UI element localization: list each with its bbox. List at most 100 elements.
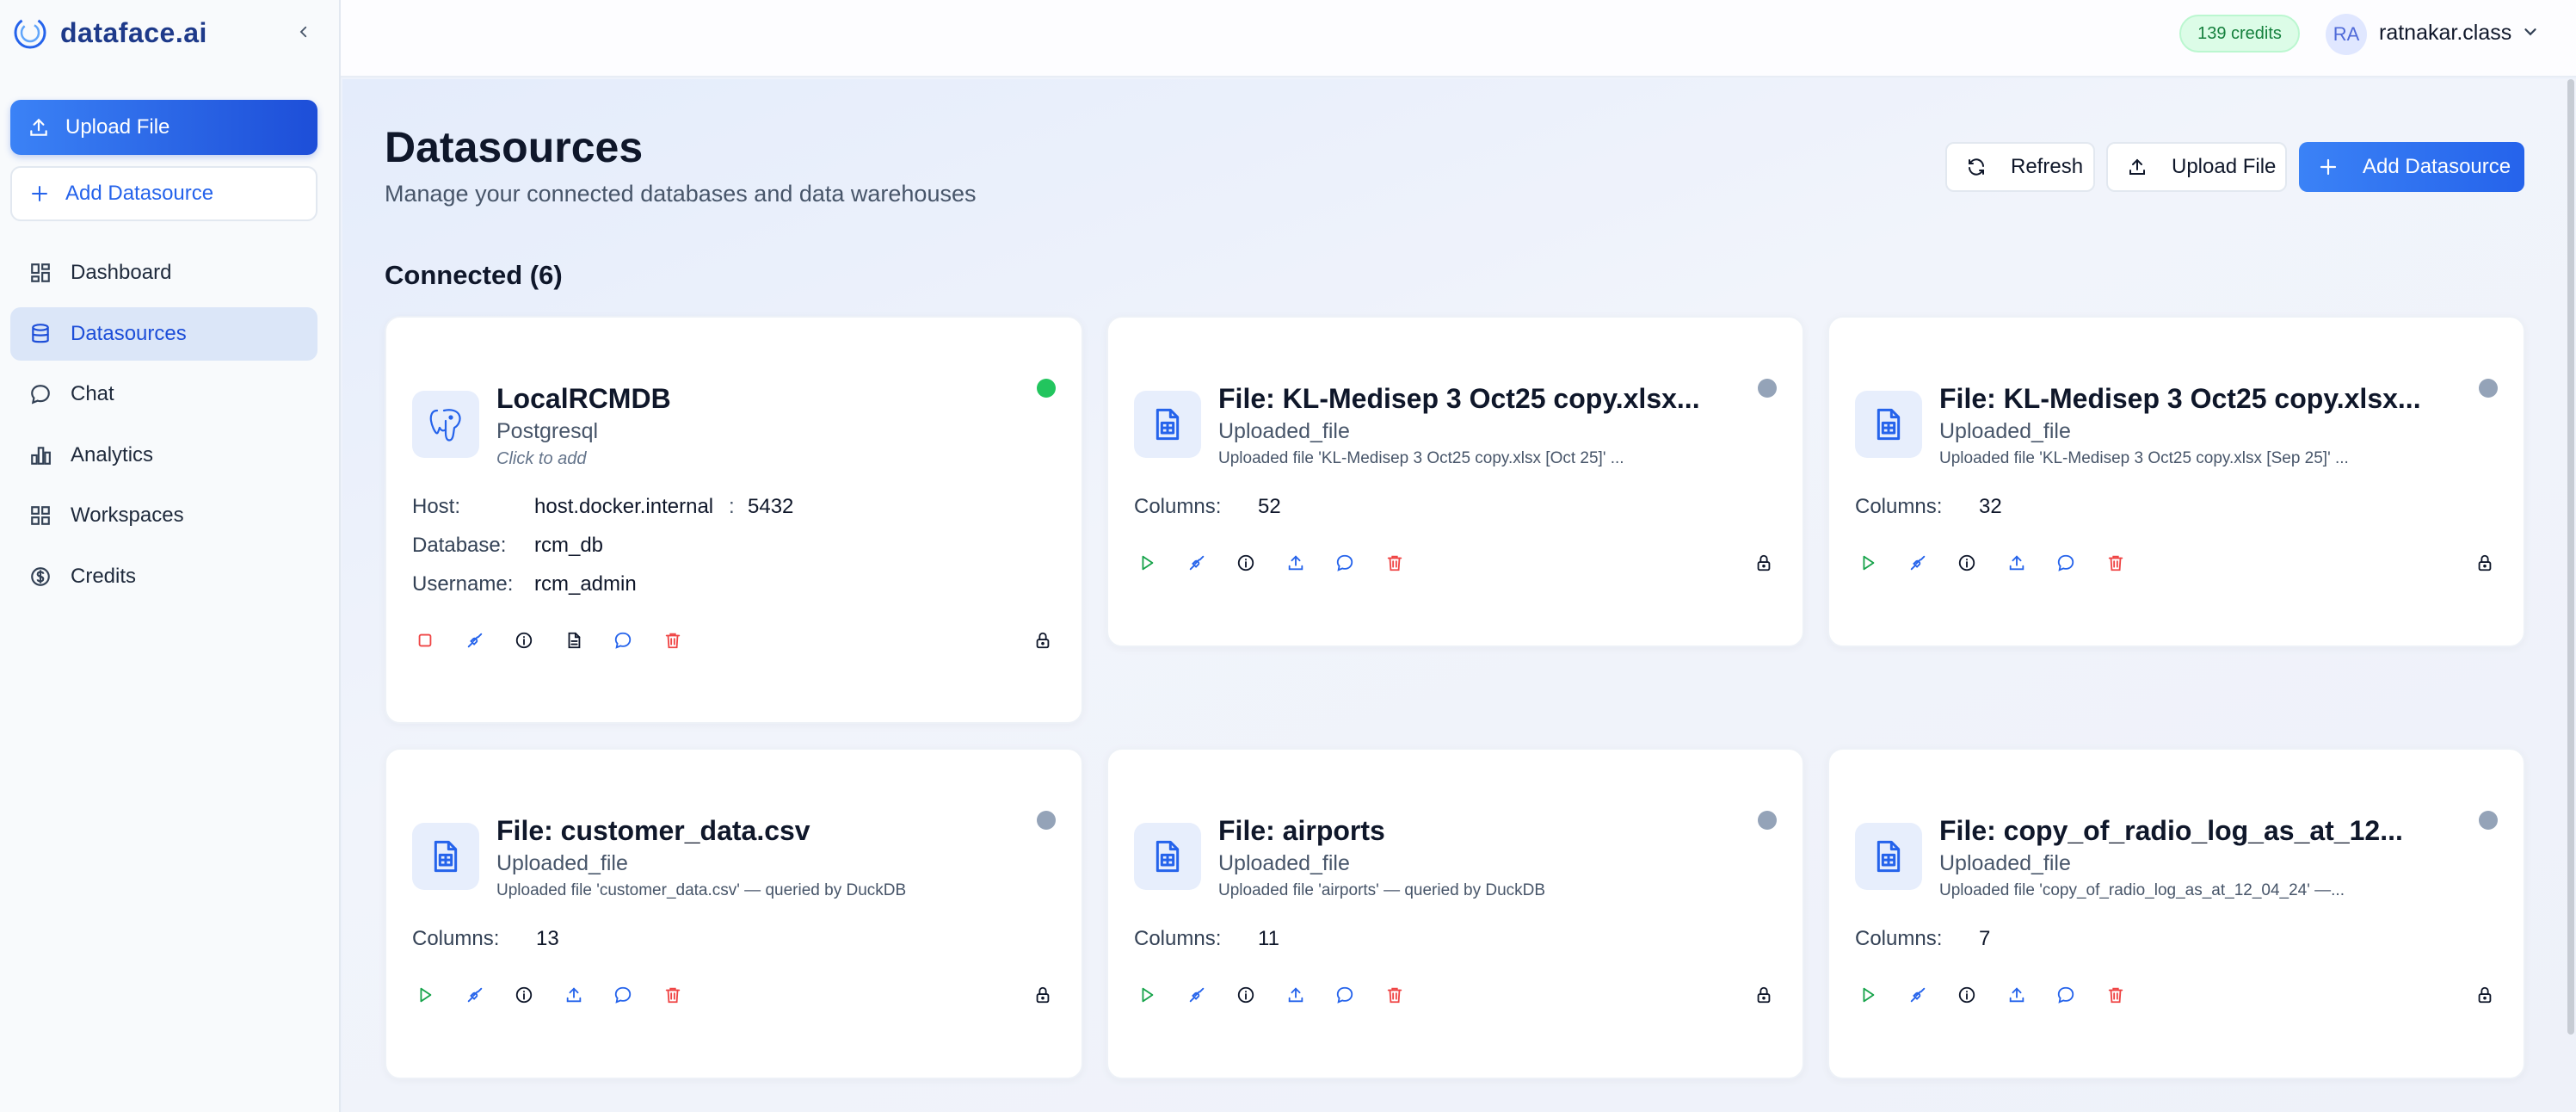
lock-icon[interactable] xyxy=(2472,550,2498,576)
export-button[interactable] xyxy=(2004,982,2030,1008)
brand[interactable]: dataface.ai xyxy=(12,15,207,50)
chat-button[interactable] xyxy=(2053,982,2079,1008)
username[interactable]: ratnakar.class xyxy=(2379,21,2511,46)
spreadsheet-file-icon xyxy=(1134,391,1201,458)
card-hint[interactable]: Click to add xyxy=(496,449,587,469)
delete-button[interactable] xyxy=(2103,550,2129,576)
export-button[interactable] xyxy=(2004,550,2030,576)
card-title: File: copy_of_radio_log_as_at_12... xyxy=(1939,815,2403,846)
sidebar-item-credits[interactable]: Credits xyxy=(10,550,317,603)
logo-icon xyxy=(14,16,46,49)
play-button[interactable] xyxy=(412,982,438,1008)
lock-icon[interactable] xyxy=(2472,982,2498,1008)
status-indicator xyxy=(1758,379,1777,398)
lock-icon[interactable] xyxy=(1030,627,1056,653)
datasource-card[interactable]: File: airports Uploaded_file Uploaded fi… xyxy=(1106,748,1804,1079)
card-title: File: airports xyxy=(1218,815,1385,846)
chat-icon xyxy=(1336,986,1353,1004)
sidebar-item-datasources[interactable]: Datasources xyxy=(10,306,317,361)
status-indicator xyxy=(1037,811,1056,830)
datasource-card[interactable]: LocalRCMDB Postgresql Click to add Host:… xyxy=(385,316,1083,724)
delete-button[interactable] xyxy=(1382,550,1408,576)
dashboard-icon xyxy=(31,263,50,282)
add-datasource-button[interactable]: Add Datasource xyxy=(2299,142,2524,192)
info-button[interactable] xyxy=(1954,982,1980,1008)
trash-icon xyxy=(2108,555,2123,571)
info-button[interactable] xyxy=(511,627,537,653)
export-button[interactable] xyxy=(1283,982,1309,1008)
collapse-sidebar-button[interactable] xyxy=(291,19,317,45)
refresh-button[interactable]: Refresh xyxy=(1945,142,2095,192)
sidebar-item-analytics[interactable]: Analytics xyxy=(10,429,317,482)
card-actions xyxy=(1855,550,2152,576)
status-indicator xyxy=(2479,379,2498,398)
chat-button[interactable] xyxy=(1332,982,1358,1008)
chat-button[interactable] xyxy=(2053,550,2079,576)
upload-icon xyxy=(2009,987,2024,1003)
connect-button[interactable] xyxy=(462,982,488,1008)
connect-button[interactable] xyxy=(1184,550,1210,576)
plug-icon xyxy=(1189,987,1204,1003)
chevron-down-icon[interactable] xyxy=(2521,22,2540,41)
trash-icon xyxy=(1387,987,1402,1004)
chat-button[interactable] xyxy=(610,627,636,653)
delete-button[interactable] xyxy=(660,982,686,1008)
connect-button[interactable] xyxy=(462,627,488,653)
sidebar-item-workspaces[interactable]: Workspaces xyxy=(10,489,317,542)
datasource-card[interactable]: File: KL-Medisep 3 Oct25 copy.xlsx... Up… xyxy=(1827,316,2525,647)
schema-button[interactable] xyxy=(561,627,587,653)
stop-button[interactable] xyxy=(412,627,438,653)
sidebar-upload-button[interactable]: Upload File xyxy=(10,100,317,155)
sidebar-item-chat[interactable]: Chat xyxy=(10,368,317,421)
delete-button[interactable] xyxy=(1382,982,1408,1008)
page-subtitle: Manage your connected databases and data… xyxy=(385,181,977,207)
credits-badge[interactable]: 139 credits xyxy=(2179,15,2300,53)
connect-button[interactable] xyxy=(1184,982,1210,1008)
upload-icon xyxy=(1288,555,1303,571)
info-button[interactable] xyxy=(1954,550,1980,576)
play-icon xyxy=(1863,987,1875,1003)
datasource-card[interactable]: File: copy_of_radio_log_as_at_12... Uplo… xyxy=(1827,748,2525,1079)
upload-icon xyxy=(30,118,47,136)
info-button[interactable] xyxy=(511,982,537,1008)
trash-icon xyxy=(1387,555,1402,571)
play-icon xyxy=(420,987,432,1003)
sidebar-upload-label: Upload File xyxy=(65,115,170,139)
section-title: Connected (6) xyxy=(385,260,563,290)
play-button[interactable] xyxy=(1134,982,1160,1008)
play-button[interactable] xyxy=(1855,550,1881,576)
columns-value: 52 xyxy=(1258,495,1281,518)
lock-icon[interactable] xyxy=(1030,982,1056,1008)
datasource-card[interactable]: File: KL-Medisep 3 Oct25 copy.xlsx... Up… xyxy=(1106,316,1804,647)
card-description: Uploaded file 'customer_data.csv' — quer… xyxy=(496,881,907,899)
upload-file-label: Upload File xyxy=(2172,155,2277,178)
chat-icon xyxy=(2057,554,2074,571)
play-button[interactable] xyxy=(1134,550,1160,576)
chat-button[interactable] xyxy=(1332,550,1358,576)
delete-button[interactable] xyxy=(660,627,686,653)
play-button[interactable] xyxy=(1855,982,1881,1008)
avatar[interactable]: RA xyxy=(2326,14,2367,55)
username-label: Username: xyxy=(412,572,514,596)
card-description: Uploaded file 'KL-Medisep 3 Oct25 copy.x… xyxy=(1218,449,1624,467)
upload-icon xyxy=(1288,987,1303,1003)
export-button[interactable] xyxy=(1283,550,1309,576)
chat-button[interactable] xyxy=(610,982,636,1008)
connect-button[interactable] xyxy=(1905,982,1931,1008)
upload-file-button[interactable]: Upload File xyxy=(2106,142,2287,192)
sidebar-item-label: Credits xyxy=(71,564,137,588)
info-button[interactable] xyxy=(1233,550,1259,576)
trash-icon xyxy=(665,987,680,1004)
card-type: Uploaded_file xyxy=(1218,851,1350,875)
connect-button[interactable] xyxy=(1905,550,1931,576)
datasource-card[interactable]: File: customer_data.csv Uploaded_file Up… xyxy=(385,748,1083,1079)
lock-icon[interactable] xyxy=(1751,982,1777,1008)
sidebar-add-datasource-button[interactable]: Add Datasource xyxy=(10,166,317,221)
delete-button[interactable] xyxy=(2103,982,2129,1008)
export-button[interactable] xyxy=(561,982,587,1008)
sidebar-item-dashboard[interactable]: Dashboard xyxy=(10,246,317,300)
lock-icon[interactable] xyxy=(1751,550,1777,576)
scrollbar[interactable] xyxy=(2567,79,2574,1035)
upload-icon xyxy=(566,987,581,1003)
info-button[interactable] xyxy=(1233,982,1259,1008)
